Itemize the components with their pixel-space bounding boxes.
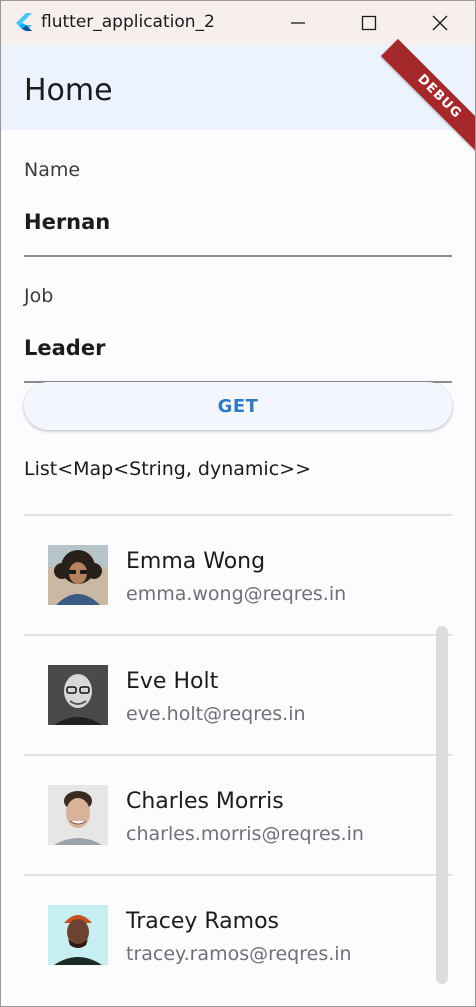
minimize-button[interactable]	[275, 1, 321, 45]
item-email: charles.morris@reqres.in	[126, 823, 364, 845]
item-email: eve.holt@reqres.in	[126, 703, 306, 725]
close-button[interactable]	[417, 1, 463, 45]
maximize-icon	[361, 15, 377, 31]
list-item[interactable]: Eve Holt eve.holt@reqres.in	[24, 635, 452, 755]
name-field-label: Name	[24, 159, 81, 181]
job-input[interactable]: Leader	[24, 336, 105, 360]
list-scrollbar[interactable]	[436, 626, 448, 984]
name-input-underline	[24, 255, 452, 257]
app-bar: Home DEBUG	[1, 39, 475, 155]
item-name: Emma Wong	[126, 549, 266, 574]
name-input[interactable]: Hernan	[24, 210, 110, 234]
item-name: Tracey Ramos	[126, 909, 280, 934]
debug-banner: DEBUG	[381, 39, 475, 155]
avatar-eve	[48, 665, 108, 725]
item-name: Eve Holt	[126, 669, 219, 694]
list-item[interactable]: Tracey Ramos tracey.ramos@reqres.in	[24, 875, 452, 995]
minimize-icon	[291, 22, 305, 24]
list-item[interactable]: Charles Morris charles.morris@reqres.in	[24, 755, 452, 875]
flutter-logo-icon	[16, 13, 32, 31]
item-email: emma.wong@reqres.in	[126, 583, 347, 605]
app-window: flutter_application_2 Home DEBUG Name He…	[0, 0, 476, 1007]
page-title: Home	[24, 73, 113, 108]
avatar-charles	[48, 785, 108, 845]
list-item[interactable]: Emma Wong emma.wong@reqres.in	[24, 515, 452, 635]
maximize-button[interactable]	[346, 1, 392, 45]
avatar-tracey	[48, 905, 108, 965]
window-title: flutter_application_2	[41, 12, 215, 32]
job-field-label: Job	[24, 285, 54, 307]
list-caption: List<Map<String, dynamic>>	[24, 458, 311, 480]
item-name: Charles Morris	[126, 789, 284, 814]
avatar-emma	[48, 545, 108, 605]
title-bar: flutter_application_2	[1, 1, 475, 45]
item-email: tracey.ramos@reqres.in	[126, 943, 352, 965]
get-button[interactable]: GET	[24, 382, 452, 430]
close-icon	[432, 15, 448, 31]
